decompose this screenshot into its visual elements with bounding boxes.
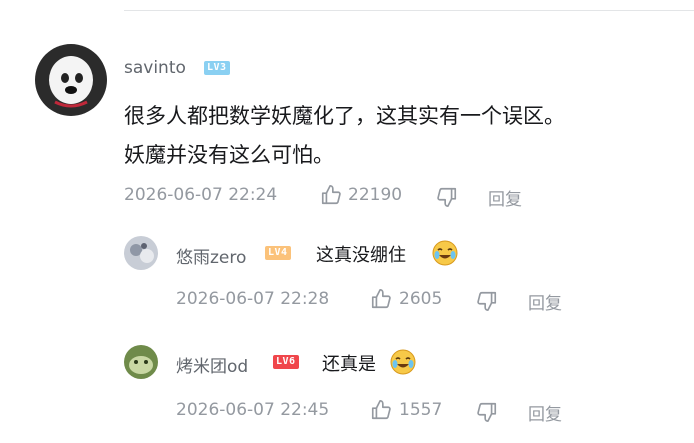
laughing-crying-emoji <box>390 349 416 375</box>
timestamp: 2026-06-07 22:24 <box>124 185 278 205</box>
timestamp: 2026-06-07 22:45 <box>176 400 330 420</box>
username[interactable]: 烤米团od <box>176 352 248 377</box>
username[interactable]: savinto <box>124 58 186 78</box>
thumbs-down-icon[interactable] <box>476 290 498 312</box>
thumbs-down-icon[interactable] <box>436 186 458 208</box>
reply-text: 还真是 <box>322 354 376 375</box>
like-count: 2605 <box>399 289 443 309</box>
reply-button[interactable]: 回复 <box>528 400 562 425</box>
avatar[interactable] <box>35 44 107 116</box>
reply-text: 这真没绷住 <box>316 245 406 266</box>
laughing-crying-emoji <box>432 240 458 266</box>
thumbs-up-icon[interactable] <box>370 288 392 310</box>
timestamp: 2026-06-07 22:28 <box>176 289 330 309</box>
level-badge: LV4 <box>265 246 291 260</box>
level-badge: LV3 <box>204 61 230 75</box>
reply-button[interactable]: 回复 <box>528 289 562 314</box>
thumbs-up-icon[interactable] <box>320 184 342 206</box>
comment-text-line1: 很多人都把数学妖魔化了，这其实有一个误区。 <box>124 104 565 128</box>
username[interactable]: 悠雨zero <box>176 243 246 268</box>
divider <box>124 10 694 11</box>
like-count: 1557 <box>399 400 443 420</box>
comment-text-line2: 妖魔并没有这么可怕。 <box>124 143 334 167</box>
avatar[interactable] <box>124 236 158 270</box>
like-count: 22190 <box>348 185 403 205</box>
thumbs-up-icon[interactable] <box>370 399 392 421</box>
thumbs-down-icon[interactable] <box>476 401 498 423</box>
avatar[interactable] <box>124 345 158 379</box>
level-badge: LV6 <box>273 355 299 369</box>
reply-button[interactable]: 回复 <box>488 185 522 210</box>
